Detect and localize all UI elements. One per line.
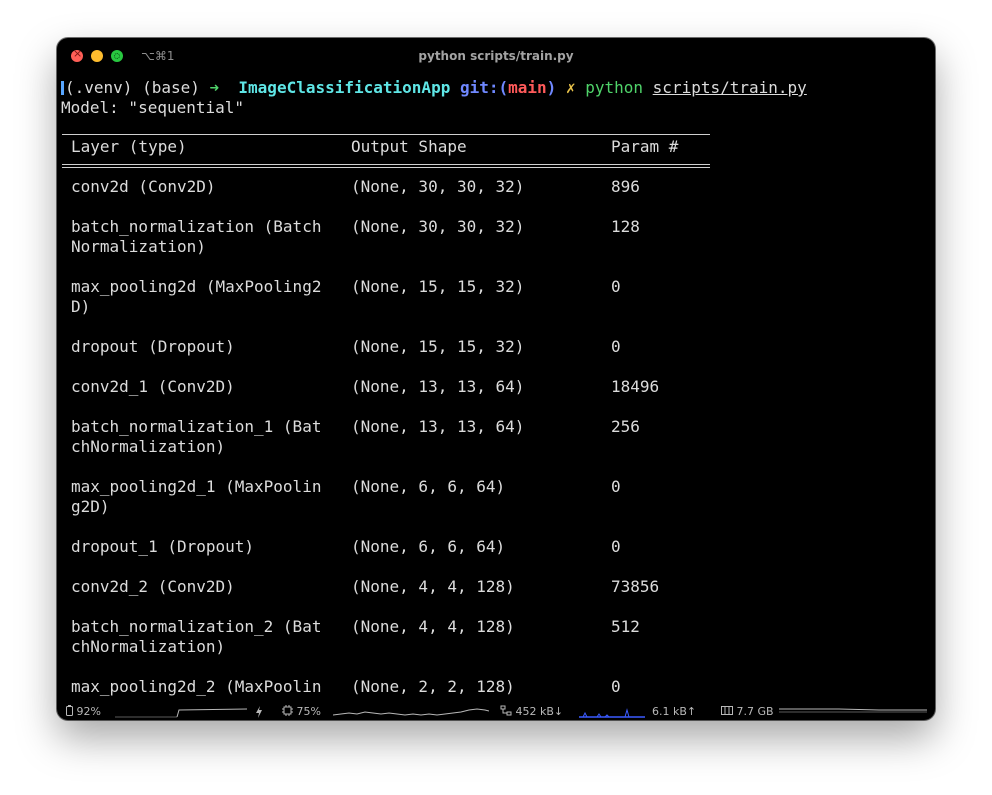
- row-layer: max_pooling2d (MaxPooling2 D): [71, 277, 322, 316]
- cpu-value: 75%: [296, 705, 321, 718]
- command-argument: scripts/train.py: [652, 78, 807, 97]
- memory-status: 7.7 GB: [721, 705, 774, 719]
- row-layer: conv2d_1 (Conv2D): [71, 377, 235, 396]
- terminal-content[interactable]: (.venv) (base) ➜ ImageClassificationApp …: [57, 76, 935, 704]
- header-layer: Layer (type): [71, 137, 187, 156]
- row-layer: max_pooling2d_1 (MaxPoolin g2D): [71, 477, 322, 516]
- battery-icon: [66, 705, 73, 716]
- row-shape: (None, 30, 30, 32): [351, 217, 525, 236]
- status-bar: 92% 75% 452 kB↓ 6.1 kB↑ 7.7 GB: [57, 704, 935, 720]
- network-status: 452 kB↓: [500, 705, 563, 719]
- row-shape: (None, 15, 15, 32): [351, 277, 525, 296]
- git-label-close: ): [546, 78, 557, 97]
- row-layer: dropout (Dropout): [71, 337, 235, 356]
- row-layer: dropout_1 (Dropout): [71, 537, 255, 556]
- row-shape: (None, 30, 30, 32): [351, 177, 525, 196]
- git-label: git:(: [459, 78, 509, 97]
- row-params: 512: [611, 617, 640, 636]
- row-shape: (None, 15, 15, 32): [351, 337, 525, 356]
- battery-value: 92%: [76, 705, 101, 718]
- row-params: 128: [611, 217, 640, 236]
- row-shape: (None, 6, 6, 64): [351, 477, 506, 496]
- row-params: 0: [611, 477, 621, 496]
- row-params: 0: [611, 677, 621, 696]
- row-layer: batch_normalization (Batch Normalization…: [71, 217, 322, 256]
- row-params: 73856: [611, 577, 660, 596]
- row-shape: (None, 2, 2, 128): [351, 677, 515, 696]
- prompt-line: (.venv) (base) ➜ ImageClassificationApp …: [61, 78, 807, 98]
- memory-graph: [779, 708, 927, 713]
- terminal-window: ⌥⌘1 python scripts/train.py (.venv) (bas…: [57, 38, 935, 720]
- dirty-marker-icon: ✗: [565, 78, 576, 97]
- cpu-icon: [282, 705, 293, 716]
- cpu-status: 75%: [282, 705, 321, 719]
- row-shape: (None, 6, 6, 64): [351, 537, 506, 556]
- header-params: Param #: [611, 137, 679, 156]
- row-layer: batch_normalization_2 (Bat chNormalizati…: [71, 617, 322, 656]
- network-down-value: 452 kB↓: [515, 705, 564, 718]
- git-branch: main: [508, 78, 547, 97]
- model-name-line: Model: "sequential": [61, 98, 245, 117]
- row-params: 0: [611, 337, 621, 356]
- battery-status: 92%: [66, 705, 101, 719]
- venv-indicator: (.venv) (base): [65, 78, 200, 97]
- header-output-shape: Output Shape: [351, 137, 467, 156]
- bolt-icon: [256, 706, 262, 718]
- network-graph: [579, 708, 645, 718]
- network-icon: [500, 705, 512, 716]
- battery-graph: [115, 708, 248, 718]
- row-layer: batch_normalization_1 (Bat chNormalizati…: [71, 417, 322, 456]
- title-bar: ⌥⌘1 python scripts/train.py: [57, 38, 935, 76]
- row-shape: (None, 4, 4, 128): [351, 617, 515, 636]
- row-shape: (None, 4, 4, 128): [351, 577, 515, 596]
- row-layer: conv2d_2 (Conv2D): [71, 577, 235, 596]
- row-layer: max_pooling2d_2 (MaxPoolin: [71, 677, 322, 696]
- row-params: 256: [611, 417, 640, 436]
- network-up-value: 6.1 kB↑: [652, 705, 697, 718]
- row-params: 18496: [611, 377, 660, 396]
- memory-value: 7.7 GB: [736, 705, 774, 718]
- row-params: 0: [611, 277, 621, 296]
- row-shape: (None, 13, 13, 64): [351, 417, 525, 436]
- row-layer: conv2d (Conv2D): [71, 177, 216, 196]
- prompt-arrow-icon: ➜: [209, 78, 220, 97]
- row-params: 0: [611, 537, 621, 556]
- table-header-rule: [62, 164, 710, 168]
- current-directory: ImageClassificationApp: [238, 78, 451, 97]
- cursor-marker: [61, 81, 64, 95]
- cpu-graph: [333, 708, 489, 716]
- window-title: python scripts/train.py: [418, 49, 574, 63]
- command-name: python: [585, 78, 644, 97]
- row-shape: (None, 13, 13, 64): [351, 377, 525, 396]
- row-params: 896: [611, 177, 640, 196]
- memory-icon: [721, 706, 733, 715]
- table-top-rule: [62, 134, 710, 135]
